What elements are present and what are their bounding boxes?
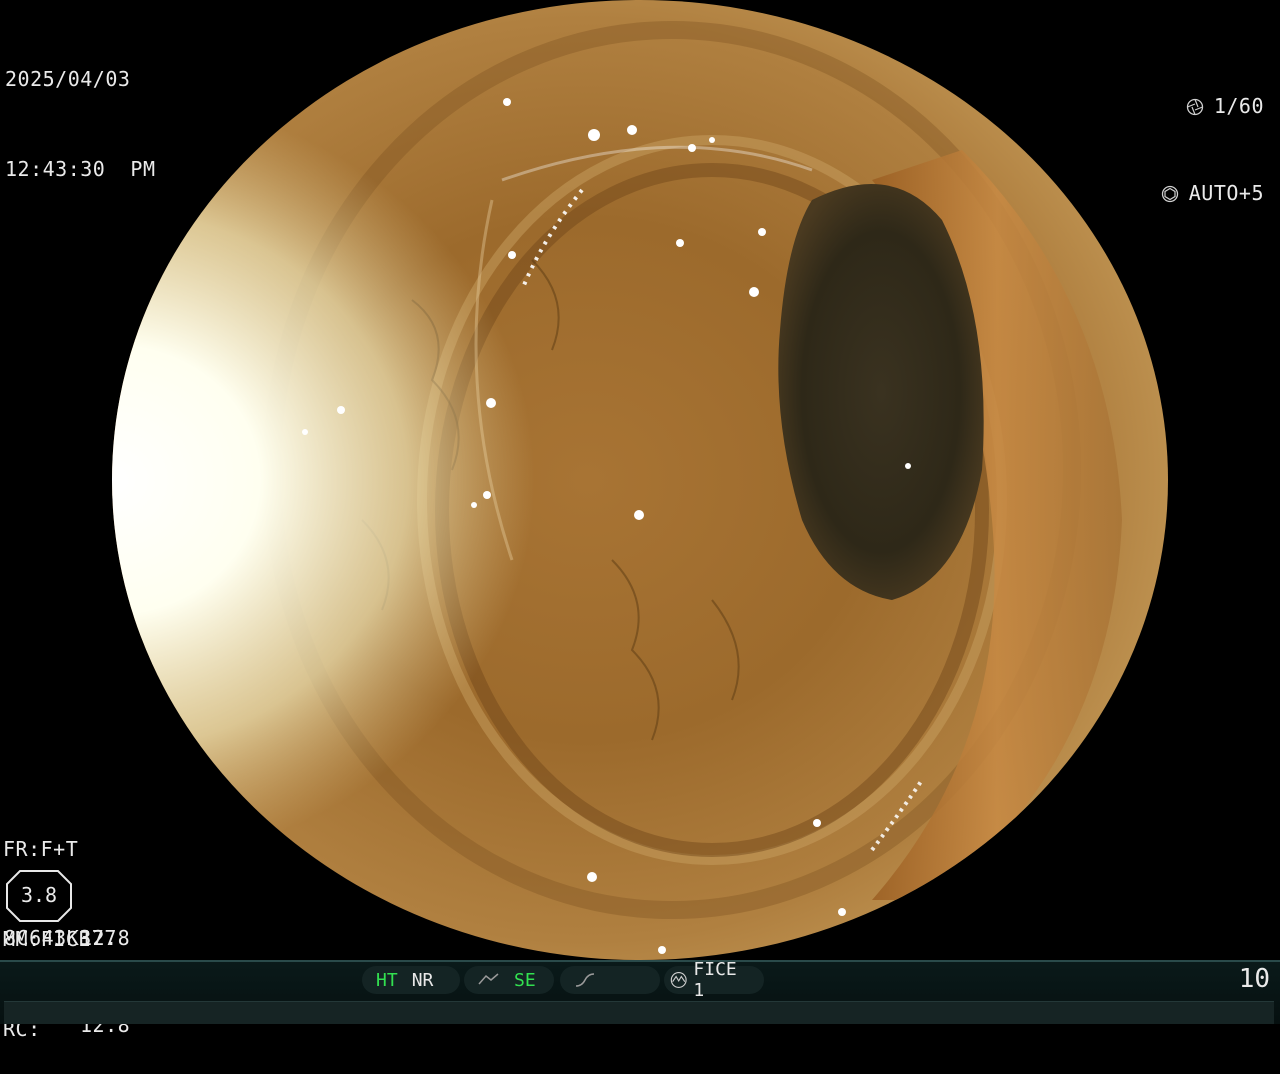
fice-indicator: FICE 1 <box>664 959 764 1001</box>
status-bar: HT NR SE FICE 1 10 <box>0 959 1280 1024</box>
enhance-curve-icon <box>478 973 499 985</box>
date-label: 2025/04/03 <box>5 67 131 91</box>
scope-meter: 3.8 <box>6 870 72 922</box>
iris-icon <box>1161 185 1178 202</box>
shutter-icon <box>1186 98 1203 115</box>
status-bottom-strip <box>4 1001 1274 1024</box>
ht-label: HT <box>376 969 398 991</box>
nr-label: NR <box>411 969 434 991</box>
enhance-indicator: SE <box>464 966 554 994</box>
mode-info: FR:F+T MM:FICE RC: <box>3 774 91 1074</box>
meter-value: 3.8 <box>20 883 58 907</box>
frame-number: 10 <box>1238 964 1270 994</box>
fice-label: FICE 1 <box>693 959 737 1001</box>
shutter-speed-label: 1/60 <box>1213 94 1264 118</box>
datetime-readout: 2025/04/03 12:43:30 PM <box>5 4 156 214</box>
fice-mode-icon <box>670 972 687 988</box>
ht-nr-indicator: HT NR <box>362 966 460 994</box>
se-label: SE <box>514 969 536 991</box>
status-divider <box>0 960 1280 962</box>
scope-serial: 8C643K377 <box>4 926 117 950</box>
endoscopic-image <box>112 0 1168 960</box>
iris-mode-label: AUTO+5 <box>1188 181 1264 205</box>
tone-curve-icon <box>575 973 595 987</box>
endoscope-view <box>112 0 1168 960</box>
tone-indicator <box>560 966 660 994</box>
time-label: 12:43:30 PM <box>5 157 156 181</box>
exposure-readout: 1/60 AUTO+5 <box>1161 34 1264 237</box>
fr-label: FR:F+T <box>3 837 79 861</box>
